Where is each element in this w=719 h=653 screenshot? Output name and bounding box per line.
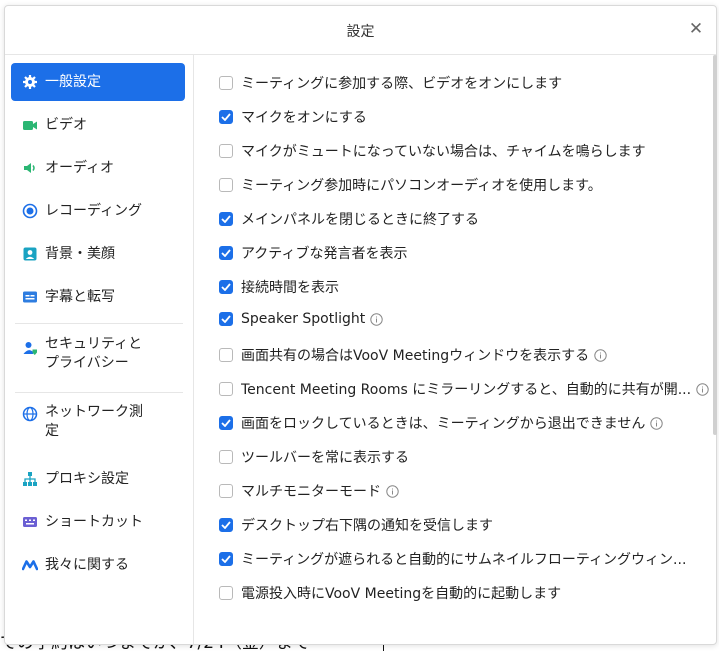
sidebar-item-label-line2: 定 (45, 423, 59, 439)
checkbox[interactable] (219, 110, 233, 124)
record-icon (15, 203, 45, 219)
sidebar-item-label: 一般設定 (45, 74, 101, 90)
sidebar-item-general[interactable]: 一般設定 (11, 63, 185, 101)
sidebar-item-label: プロキシ設定 (45, 471, 129, 487)
close-icon[interactable]: ✕ (686, 19, 706, 39)
option-unmuted-chime: マイクがミュートになっていない場合は、チャイムを鳴らします (219, 141, 646, 161)
option-label: デスクトップ右下隅の通知を受信します (241, 518, 493, 534)
option-lock-screen-stay: 画面をロックしているときは、ミーティングから退出できません (219, 413, 664, 433)
checkbox[interactable] (219, 76, 233, 90)
dialog-header: 設定 ✕ (5, 6, 716, 55)
option-rooms-mirroring: Tencent Meeting Rooms にミラーリングすると、自動的に共有が… (219, 379, 709, 399)
voov-logo-icon (15, 559, 45, 571)
option-label: Speaker Spotlight (241, 311, 366, 327)
gear-icon (15, 74, 45, 90)
shield-user-icon (15, 340, 45, 356)
sidebar-item-video[interactable]: ビデオ (11, 106, 185, 144)
checkbox[interactable] (219, 484, 233, 498)
sidebar-item-label-line1: ネットワーク測 (45, 404, 143, 420)
option-pc-audio: ミーティング参加時にパソコンオーディオを使用します。 (219, 175, 602, 195)
sidebar-item-label: ショートカット (45, 514, 143, 530)
info-icon[interactable] (650, 416, 664, 430)
option-desktop-notifications: デスクトップ右下隅の通知を受信します (219, 515, 493, 535)
checkbox[interactable] (219, 280, 233, 294)
checkbox[interactable] (219, 212, 233, 226)
option-share-show-window: 画面共有の場合はVooV Meetingウィンドウを表示する (219, 345, 607, 365)
speaker-icon (15, 161, 45, 175)
sidebar-item-label-line2: プライバシー (45, 355, 129, 371)
option-label: メインパネルを閉じるときに終了する (241, 212, 479, 228)
option-video-on-join: ミーティングに参加する際、ビデオをオンにします (219, 73, 562, 93)
checkbox[interactable] (219, 586, 233, 600)
checkbox[interactable] (219, 450, 233, 464)
portrait-icon (15, 246, 45, 262)
option-label: マイクがミュートになっていない場合は、チャイムを鳴らします (241, 144, 646, 160)
sidebar-item-label: レコーディング (45, 203, 143, 219)
settings-sidebar: 一般設定 ビデオ オーディオ レコーディング 背景・美顔 字幕と転写 セキュリテ… (5, 55, 194, 644)
keyboard-icon (15, 515, 45, 529)
info-icon[interactable] (594, 348, 607, 362)
checkbox[interactable] (219, 552, 233, 566)
checkbox[interactable] (219, 416, 233, 430)
sidebar-item-label: ビデオ (45, 117, 87, 133)
background-scrollbar[interactable] (713, 55, 717, 435)
option-active-speaker: アクティブな発言者を表示 (219, 243, 407, 263)
sidebar-item-recording[interactable]: レコーディング (11, 192, 185, 230)
sidebar-item-audio[interactable]: オーディオ (11, 149, 185, 187)
sidebar-item-shortcuts[interactable]: ショートカット (11, 503, 185, 541)
info-icon[interactable] (696, 382, 709, 396)
checkbox[interactable] (219, 348, 233, 362)
sidebar-item-label: 字幕と転写 (45, 289, 115, 305)
checkbox[interactable] (219, 312, 233, 326)
dialog-title: 設定 (346, 24, 375, 40)
settings-dialog: 設定 ✕ 一般設定 ビデオ オーディオ レコーディング 背景・美顔 字幕と転写 … (4, 5, 717, 645)
option-floating-thumbnail: ミーティングが遮られると自動的にサムネイルフローティングウィン... (219, 549, 686, 569)
option-label: ミーティング参加時にパソコンオーディオを使用します。 (241, 178, 602, 194)
sidebar-divider (15, 392, 183, 393)
sidebar-item-label: セキュリティと プライバシー (45, 335, 142, 373)
option-label: 接続時間を表示 (241, 280, 339, 296)
checkbox[interactable] (219, 178, 233, 192)
sidebar-item-captions[interactable]: 字幕と転写 (11, 278, 185, 316)
info-icon[interactable] (386, 484, 399, 498)
option-label: 画面共有の場合はVooV Meetingウィンドウを表示する (241, 348, 590, 364)
video-camera-icon (15, 118, 45, 132)
option-label: Tencent Meeting Rooms にミラーリングすると、自動的に共有が… (241, 382, 692, 398)
option-always-show-toolbar: ツールバーを常に表示する (219, 447, 409, 467)
sidebar-item-label-line1: セキュリティと (45, 336, 143, 352)
option-label: ツールバーを常に表示する (241, 450, 409, 466)
checkbox[interactable] (219, 382, 233, 396)
option-label: ミーティングが遮られると自動的にサムネイルフローティングウィン... (241, 552, 687, 568)
option-label: ミーティングに参加する際、ビデオをオンにします (241, 76, 563, 92)
sidebar-item-network-test[interactable]: ネットワーク測 定 (11, 403, 185, 449)
sidebar-item-background-beauty[interactable]: 背景・美顔 (11, 235, 185, 273)
sidebar-item-proxy[interactable]: プロキシ設定 (11, 460, 185, 498)
option-multi-monitor: マルチモニターモード (219, 481, 399, 501)
network-tree-icon (15, 471, 45, 487)
info-icon[interactable] (370, 312, 383, 326)
sidebar-item-label: オーディオ (45, 160, 115, 176)
checkbox[interactable] (219, 144, 233, 158)
sidebar-item-label: 我々に関する (45, 557, 129, 573)
checkbox[interactable] (219, 246, 233, 260)
checkbox[interactable] (219, 518, 233, 532)
option-label: 電源投入時にVooV Meetingを自動的に起動します (241, 586, 562, 602)
option-connection-time: 接続時間を表示 (219, 277, 339, 297)
sidebar-item-security-privacy[interactable]: セキュリティと プライバシー (11, 335, 185, 381)
option-label: アクティブな発言者を表示 (241, 246, 408, 262)
general-settings-panel: ミーティングに参加する際、ビデオをオンにします マイクをオンにする マイクがミュ… (194, 55, 716, 644)
sidebar-item-label: 背景・美顔 (45, 246, 115, 262)
sidebar-item-about[interactable]: 我々に関する (11, 546, 185, 584)
option-mic-on: マイクをオンにする (219, 107, 367, 127)
option-launch-on-startup: 電源投入時にVooV Meetingを自動的に起動します (219, 583, 561, 603)
option-label: マルチモニターモード (241, 484, 381, 500)
sidebar-item-label: ネットワーク測 定 (45, 403, 143, 441)
globe-icon (15, 406, 45, 422)
option-label: 画面をロックしているときは、ミーティングから退出できません (241, 416, 646, 432)
option-label: マイクをオンにする (241, 110, 367, 126)
option-speaker-spotlight: Speaker Spotlight (219, 311, 383, 327)
option-exit-on-close: メインパネルを閉じるときに終了する (219, 209, 479, 229)
caption-icon (15, 290, 45, 304)
sidebar-divider (15, 323, 183, 324)
